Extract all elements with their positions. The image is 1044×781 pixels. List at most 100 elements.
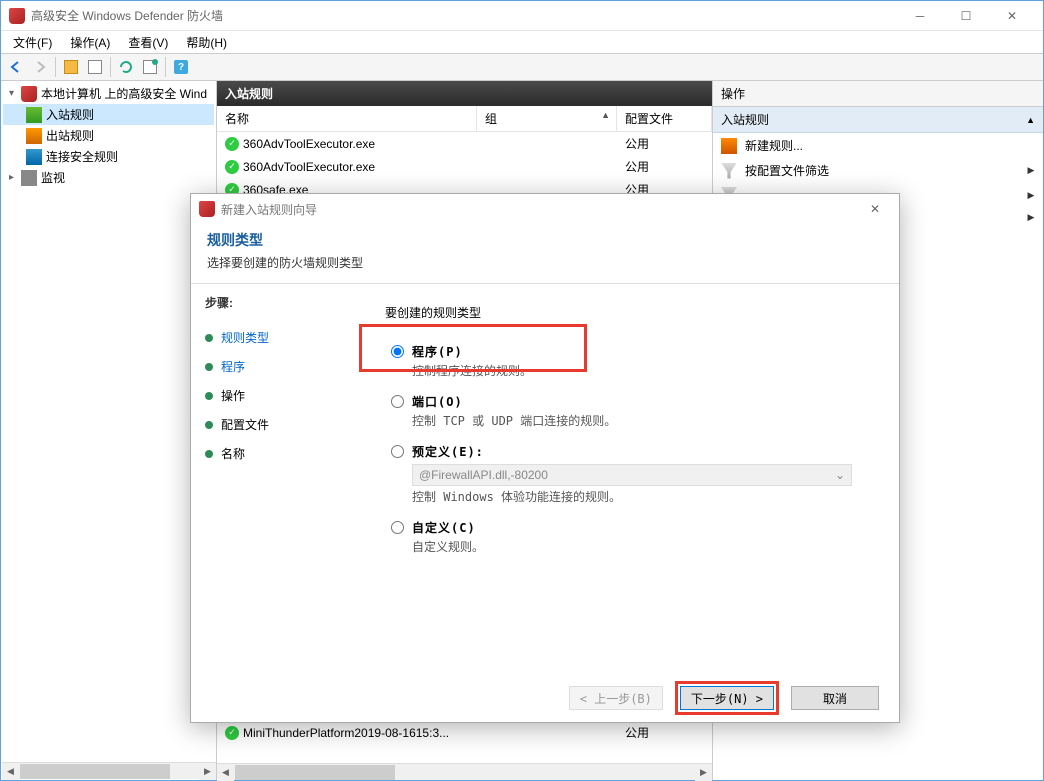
scroll-left-arrow[interactable]: ◀ xyxy=(217,764,234,781)
menu-file[interactable]: 文件(F) xyxy=(5,32,60,53)
step-action[interactable]: 操作 xyxy=(205,381,347,410)
toolbar-icon-1[interactable] xyxy=(60,56,82,78)
new-rule-icon xyxy=(721,138,737,154)
radio-port-desc: 控制 TCP 或 UDP 端口连接的规则。 xyxy=(391,412,875,429)
horizontal-scrollbar[interactable]: ◀ ▶ xyxy=(217,763,712,780)
refresh-button[interactable] xyxy=(115,56,137,78)
tree-connsec[interactable]: 连接安全规则 xyxy=(3,146,214,167)
next-button[interactable]: 下一步(N) > xyxy=(680,686,774,710)
option-program: 程序(P) 控制程序连接的规则。 xyxy=(385,343,875,379)
radio-port-label[interactable]: 端口(O) xyxy=(412,393,463,410)
maximize-button[interactable]: ☐ xyxy=(943,2,989,30)
help-icon[interactable]: ? xyxy=(170,56,192,78)
radio-custom-desc: 自定义规则。 xyxy=(391,538,875,555)
tree-root[interactable]: ▾ 本地计算机 上的高级安全 Wind xyxy=(3,83,214,104)
table-row[interactable]: ✓360AdvToolExecutor.exe 公用 xyxy=(217,132,712,155)
radio-program[interactable] xyxy=(391,345,404,358)
window-controls: ─ ☐ ✕ xyxy=(897,2,1035,30)
bullet-icon xyxy=(205,392,213,400)
menubar: 文件(F) 操作(A) 查看(V) 帮助(H) xyxy=(1,31,1043,53)
dialog-footer: < 上一步(B) 下一步(N) > 取消 xyxy=(191,674,899,722)
forward-button[interactable] xyxy=(29,56,51,78)
predefined-combo[interactable]: @FirewallAPI.dll,-80200 ⌄ xyxy=(412,464,852,486)
check-icon: ✓ xyxy=(225,137,239,151)
connsec-icon xyxy=(26,149,42,165)
toolbar-separator-2 xyxy=(110,57,111,77)
minimize-button[interactable]: ─ xyxy=(897,2,943,30)
actions-section-inbound[interactable]: 入站规则 ▲ xyxy=(713,107,1043,133)
expand-icon[interactable]: ▾ xyxy=(6,88,17,99)
annotation-highlight-next: 下一步(N) > xyxy=(675,681,779,715)
actions-header: 操作 xyxy=(713,81,1043,107)
tree-monitor-label: 监视 xyxy=(41,169,65,186)
radio-custom-label[interactable]: 自定义(C) xyxy=(412,519,476,536)
tree-monitor[interactable]: ▸ 监视 xyxy=(3,167,214,188)
scroll-right-arrow[interactable]: ▶ xyxy=(695,764,712,781)
step-name[interactable]: 名称 xyxy=(205,439,347,468)
close-button[interactable]: ✕ xyxy=(989,2,1035,30)
menu-view[interactable]: 查看(V) xyxy=(120,32,176,53)
tree-scrollbar[interactable]: ◀ ▶ xyxy=(2,762,216,779)
tree-pane: ▾ 本地计算机 上的高级安全 Wind 入站规则 出站规则 连接安全规则 ▸ xyxy=(1,81,217,780)
step-rule-type[interactable]: 规则类型 xyxy=(205,323,347,352)
dialog-titlebar: 新建入站规则向导 ✕ xyxy=(191,194,899,224)
col-name[interactable]: 名称 xyxy=(217,106,477,131)
radio-custom[interactable] xyxy=(391,521,404,534)
bullet-icon xyxy=(205,421,213,429)
tree-inbound[interactable]: 入站规则 xyxy=(3,104,214,125)
dialog-subheading: 选择要创建的防火墙规则类型 xyxy=(207,254,883,271)
scroll-left-arrow[interactable]: ◀ xyxy=(2,763,19,780)
action-filter-profile[interactable]: 按配置文件筛选 ▶ xyxy=(713,158,1043,183)
outbound-icon xyxy=(26,128,42,144)
form-title: 要创建的规则类型 xyxy=(385,304,875,321)
radio-port[interactable] xyxy=(391,395,404,408)
chevron-right-icon: ▶ xyxy=(1027,165,1035,176)
dialog-body: 步骤: 规则类型 程序 操作 配置文件 名称 要创建的规则类型 程序(P) 控制… xyxy=(191,283,899,674)
menu-help[interactable]: 帮助(H) xyxy=(178,32,235,53)
tree-outbound[interactable]: 出站规则 xyxy=(3,125,214,146)
expand-icon-2[interactable]: ▸ xyxy=(6,172,17,183)
tree-inbound-label: 入站规则 xyxy=(46,106,94,123)
list-header: 名称 组▲ 配置文件 xyxy=(217,106,712,132)
bullet-icon xyxy=(205,450,213,458)
chevron-down-icon: ⌄ xyxy=(835,468,845,482)
scroll-right-arrow[interactable]: ▶ xyxy=(199,763,216,780)
export-button[interactable] xyxy=(139,56,161,78)
wizard-form: 要创建的规则类型 程序(P) 控制程序连接的规则。 端口(O) 控制 TCP 或… xyxy=(361,284,899,674)
chevron-right-icon: ▶ xyxy=(1027,190,1035,201)
window-title: 高级安全 Windows Defender 防火墙 xyxy=(31,7,897,24)
main-window: 高级安全 Windows Defender 防火墙 ─ ☐ ✕ 文件(F) 操作… xyxy=(0,0,1044,781)
radio-predefined-desc: 控制 Windows 体验功能连接的规则。 xyxy=(391,488,875,505)
wizard-steps: 步骤: 规则类型 程序 操作 配置文件 名称 xyxy=(191,284,361,674)
step-program[interactable]: 程序 xyxy=(205,352,347,381)
scroll-thumb[interactable] xyxy=(20,764,170,779)
toolbar-separator-3 xyxy=(165,57,166,77)
dialog-title: 新建入站规则向导 xyxy=(221,201,859,218)
shield-icon xyxy=(21,86,37,102)
step-profile[interactable]: 配置文件 xyxy=(205,410,347,439)
radio-program-desc: 控制程序连接的规则。 xyxy=(391,362,875,379)
action-new-rule[interactable]: 新建规则... xyxy=(713,133,1043,158)
radio-predefined-label[interactable]: 预定义(E): xyxy=(412,443,484,460)
col-profile[interactable]: 配置文件 xyxy=(617,106,712,131)
table-row[interactable]: ✓360AdvToolExecutor.exe 公用 xyxy=(217,155,712,178)
menu-action[interactable]: 操作(A) xyxy=(62,32,118,53)
col-group[interactable]: 组▲ xyxy=(477,106,617,131)
rules-pane-title: 入站规则 xyxy=(217,81,712,106)
bullet-icon xyxy=(205,334,213,342)
option-port: 端口(O) 控制 TCP 或 UDP 端口连接的规则。 xyxy=(385,393,875,429)
monitor-icon xyxy=(21,170,37,186)
dialog-close-button[interactable]: ✕ xyxy=(859,196,891,222)
table-row[interactable]: ✓MiniThunderPlatform2019-08-1615:3... 公用 xyxy=(217,721,712,744)
scroll-thumb[interactable] xyxy=(235,765,395,780)
cancel-button[interactable]: 取消 xyxy=(791,686,879,710)
back-button[interactable] xyxy=(5,56,27,78)
tree-outbound-label: 出站规则 xyxy=(46,127,94,144)
funnel-icon xyxy=(721,163,737,179)
radio-program-label[interactable]: 程序(P) xyxy=(412,343,463,360)
tree-connsec-label: 连接安全规则 xyxy=(46,148,118,165)
radio-predefined[interactable] xyxy=(391,445,404,458)
toolbar-separator xyxy=(55,57,56,77)
bullet-icon xyxy=(205,363,213,371)
toolbar-icon-2[interactable] xyxy=(84,56,106,78)
